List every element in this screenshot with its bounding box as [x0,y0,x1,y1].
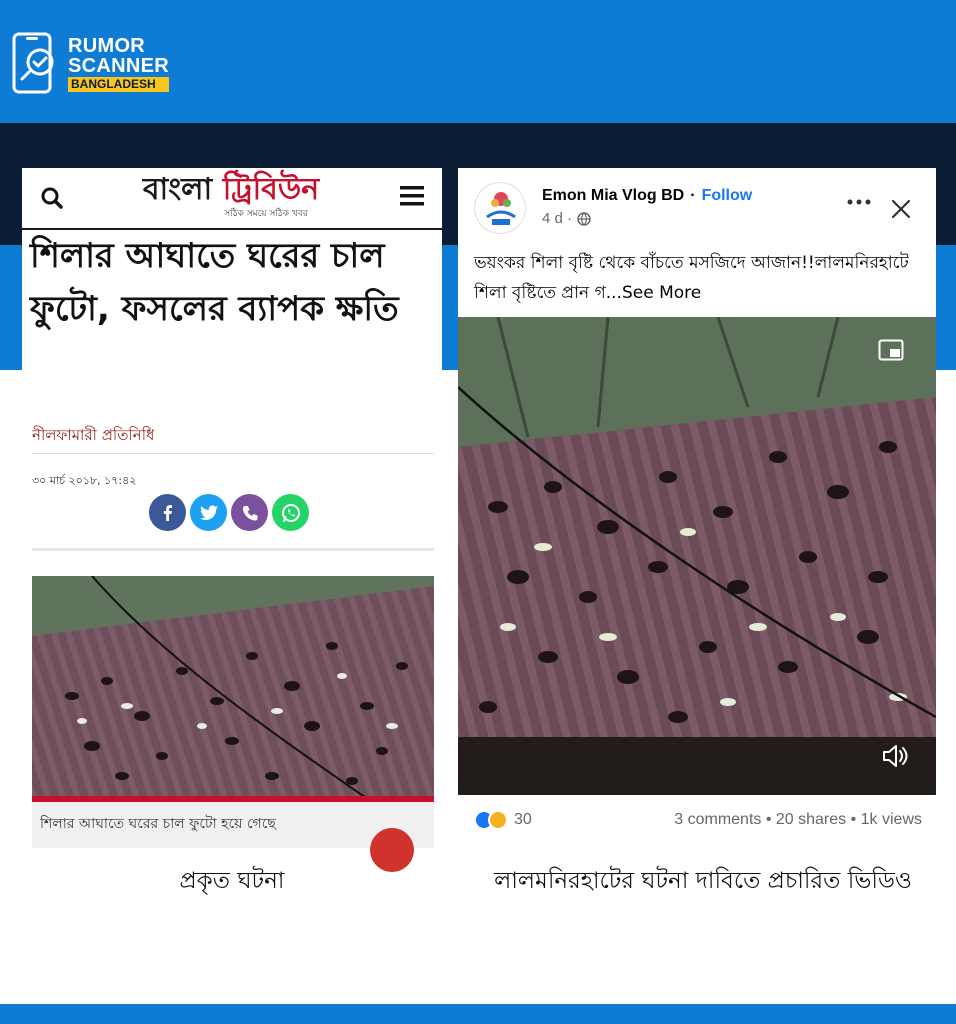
site-tagline: সঠিক সময়ে সঠিক খবর [224,209,308,219]
comments-shares-views[interactable]: 3 comments • 20 shares • 1k views [674,811,922,829]
divider [32,548,434,551]
volume-icon[interactable] [880,741,910,771]
page-avatar[interactable] [474,182,526,234]
picture-in-picture-icon[interactable] [878,339,904,361]
see-more-link[interactable]: See More [622,283,701,303]
post-video[interactable] [458,317,936,795]
label-actual-event: প্রকৃত ঘটনা [179,868,285,894]
post-header-line: Emon Mia Vlog BD · Follow [542,187,752,205]
viber-icon[interactable] [231,494,268,531]
post-text: ভয়ংকর শিলা বৃষ্টি থেকে বাঁচতে মসজিদে আজ… [474,248,926,308]
article-headline: শিলার আঘাতে ঘরের চাল ফুটো, ফসলের ব্যাপক … [30,236,399,329]
logo-badge: BANGLADESH [68,77,169,92]
phone-check-icon [12,32,56,94]
more-options-icon[interactable] [846,194,872,208]
post-stats: 30 3 comments • 20 shares • 1k views [474,808,922,832]
article-date: ৩০ মার্চ ২০১৮, ১৭:৪২ [32,474,137,487]
rumor-scanner-logo: RUMOR SCANNER BANGLADESH [12,32,169,96]
sad-reaction-icon [488,810,508,830]
facebook-icon[interactable] [149,494,186,531]
image-caption: শিলার আঘাতে ঘরের চাল ফুটো হয়ে গেছে [32,802,434,872]
follow-button[interactable]: Follow [702,187,753,205]
facebook-post-card: Emon Mia Vlog BD · Follow 4 d · ভয়ংকর শ… [458,168,936,848]
article-site-header: বাংলা ট্রিবিউন সঠিক সময়ে সঠিক খবর [22,168,442,230]
logo-line-1: RUMOR [68,35,146,57]
share-buttons [149,494,309,531]
twitter-icon[interactable] [190,494,227,531]
page-name[interactable]: Emon Mia Vlog BD [542,187,684,205]
search-icon[interactable] [38,184,66,212]
whatsapp-icon[interactable] [272,494,309,531]
reaction-count: 30 [514,811,532,828]
label-claimed-video: লালমনিরহাটের ঘটনা দাবিতে প্রচারিত ভিডিও [494,868,912,894]
post-time-text: 4 d · [542,210,573,227]
separator-dot: · [690,187,696,204]
bangla-tribune-article-card: বাংলা ট্রিবিউন সঠিক সময়ে সঠিক খবর শিলার… [22,168,442,872]
site-name-part1: বাংলা [142,172,213,207]
article-reporter[interactable]: নীলফামারী প্রতিনিধি [32,424,154,449]
image-caption-text: শিলার আঘাতে ঘরের চাল ফুটো হয়ে গেছে [40,816,276,832]
reactions[interactable]: 30 [474,810,532,830]
logo-line-2: SCANNER [68,55,169,77]
footer-band [0,1004,956,1024]
hail-damaged-roof-photo [32,576,434,802]
hamburger-menu-icon[interactable] [398,183,426,209]
close-icon[interactable] [890,198,912,220]
site-name-part2: ট্রিবিউন [222,172,320,207]
site-logo[interactable]: বাংলা ট্রিবিউন সঠিক সময়ে সঠিক খবর [126,172,336,226]
globe-icon [577,211,591,226]
post-time[interactable]: 4 d · [542,210,591,227]
divider [32,453,434,454]
